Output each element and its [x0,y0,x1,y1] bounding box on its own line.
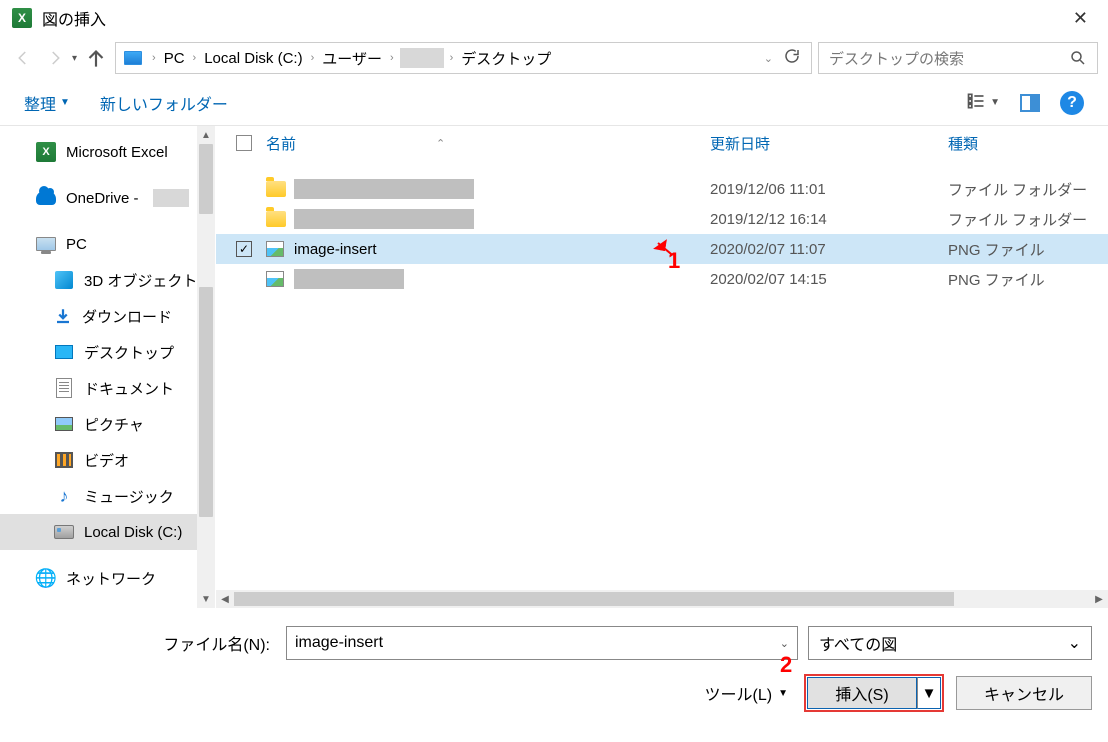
chevron-down-icon: ⌄ [1068,633,1081,653]
scrollbar-thumb[interactable] [199,287,213,517]
file-row-selected[interactable]: ✓ image-insert 2020/02/07 11:07 PNG ファイル [216,234,1108,264]
annotation-2: 2 [780,652,792,678]
nav-up-icon[interactable] [83,45,109,71]
chevron-right-icon[interactable]: › [448,52,456,64]
file-row[interactable]: 2019/12/12 16:14 ファイル フォルダー [216,204,1108,234]
organize-menu[interactable]: 整理▼ [24,91,70,115]
chevron-right-icon[interactable]: › [388,52,396,64]
column-date[interactable]: 更新日時 [710,133,948,154]
filename-input[interactable]: image-insert ⌄ [286,626,798,660]
tree-item-3d-objects[interactable]: 3D オブジェクト [0,262,215,298]
help-icon[interactable]: ? [1060,91,1084,115]
breadcrumb-disk[interactable]: Local Disk (C:) [200,43,306,73]
search-placeholder: デスクトップの検索 [829,48,1069,69]
chevron-right-icon[interactable]: › [309,52,317,64]
image-icon [266,241,284,257]
onedrive-redacted [153,189,189,207]
breadcrumb-users[interactable]: ユーザー [318,43,386,73]
scroll-left-icon[interactable]: ◀ [216,594,234,605]
insert-dropdown[interactable]: ▼ [917,677,941,709]
tree-item-documents[interactable]: ドキュメント [0,370,215,406]
filetype-filter[interactable]: すべての図 ⌄ [808,626,1092,660]
chevron-right-icon[interactable]: › [150,52,158,64]
insert-button[interactable]: 挿入(S) [807,677,917,709]
search-input[interactable]: デスクトップの検索 [818,42,1098,74]
row-checkbox[interactable]: ✓ [236,241,252,257]
column-type[interactable]: 種類 [948,133,1108,154]
tree-item-videos[interactable]: ビデオ [0,442,215,478]
tree-item-excel[interactable]: XMicrosoft Excel [0,134,215,170]
sidebar-scrollbar[interactable]: ▲ ▼ [197,126,215,608]
preview-pane-button[interactable] [1020,94,1040,112]
pc-icon [124,51,142,65]
horizontal-scrollbar[interactable]: ◀ ▶ [216,590,1108,608]
tree-item-pc[interactable]: PC [0,226,215,262]
scroll-right-icon[interactable]: ▶ [1090,594,1108,605]
column-name[interactable]: 名前⌃ [266,133,710,154]
tree-item-onedrive[interactable]: OneDrive - [0,180,215,216]
tree-item-music[interactable]: ♪ミュージック [0,478,215,514]
file-row[interactable]: 2019/12/06 11:01 ファイル フォルダー [216,174,1108,204]
filename-label: ファイル名(N): [16,631,276,655]
close-icon[interactable]: ✕ [1065,5,1096,31]
filename-redacted [294,269,404,289]
scroll-up-icon[interactable]: ▲ [197,126,215,144]
filename-redacted [294,209,474,229]
chevron-down-icon[interactable]: ⌄ [780,637,789,650]
insert-button-highlight: 挿入(S) ▼ [804,674,944,712]
tree-item-pictures[interactable]: ピクチャ [0,406,215,442]
view-mode-button[interactable]: ▼ [966,91,1000,115]
search-icon [1069,49,1087,67]
new-folder-button[interactable]: 新しいフォルダー [100,91,228,115]
image-icon [266,271,284,287]
nav-history-dropdown[interactable]: ▾ [72,53,77,64]
scroll-down-icon[interactable]: ▼ [197,590,215,608]
nav-back-icon[interactable] [10,45,36,71]
navigation-tree: XMicrosoft Excel OneDrive - PC 3D オブジェクト… [0,126,216,608]
breadcrumb-desktop[interactable]: デスクトップ [457,43,555,73]
breadcrumb-redacted[interactable] [400,48,444,68]
file-row[interactable]: 2020/02/07 14:15 PNG ファイル [216,264,1108,294]
app-icon: X [12,8,32,28]
chevron-right-icon[interactable]: › [191,52,199,64]
tree-item-desktop[interactable]: デスクトップ [0,334,215,370]
window-title: 図の挿入 [42,6,106,30]
tree-item-local-disk[interactable]: Local Disk (C:) [0,514,215,550]
address-bar[interactable]: › PC › Local Disk (C:) › ユーザー › › デスクトップ… [115,42,812,74]
select-all-checkbox[interactable] [236,135,252,151]
column-headers: 名前⌃ 更新日時 種類 [216,126,1108,160]
folder-icon [266,211,286,227]
breadcrumb-pc[interactable]: PC [160,43,189,73]
folder-icon [266,181,286,197]
scrollbar-thumb[interactable] [234,592,954,606]
refresh-icon[interactable] [783,47,801,69]
chevron-down-icon[interactable]: ⌄ [762,52,775,65]
tools-menu[interactable]: ツール(L)▼ [705,681,788,705]
tree-item-network[interactable]: 🌐ネットワーク [0,560,215,596]
tree-item-downloads[interactable]: ダウンロード [0,298,215,334]
scrollbar-thumb[interactable] [199,144,213,214]
nav-forward-icon[interactable] [42,45,68,71]
cancel-button[interactable]: キャンセル [956,676,1092,710]
filename-redacted [294,179,474,199]
sort-indicator-icon: ⌃ [436,137,445,150]
